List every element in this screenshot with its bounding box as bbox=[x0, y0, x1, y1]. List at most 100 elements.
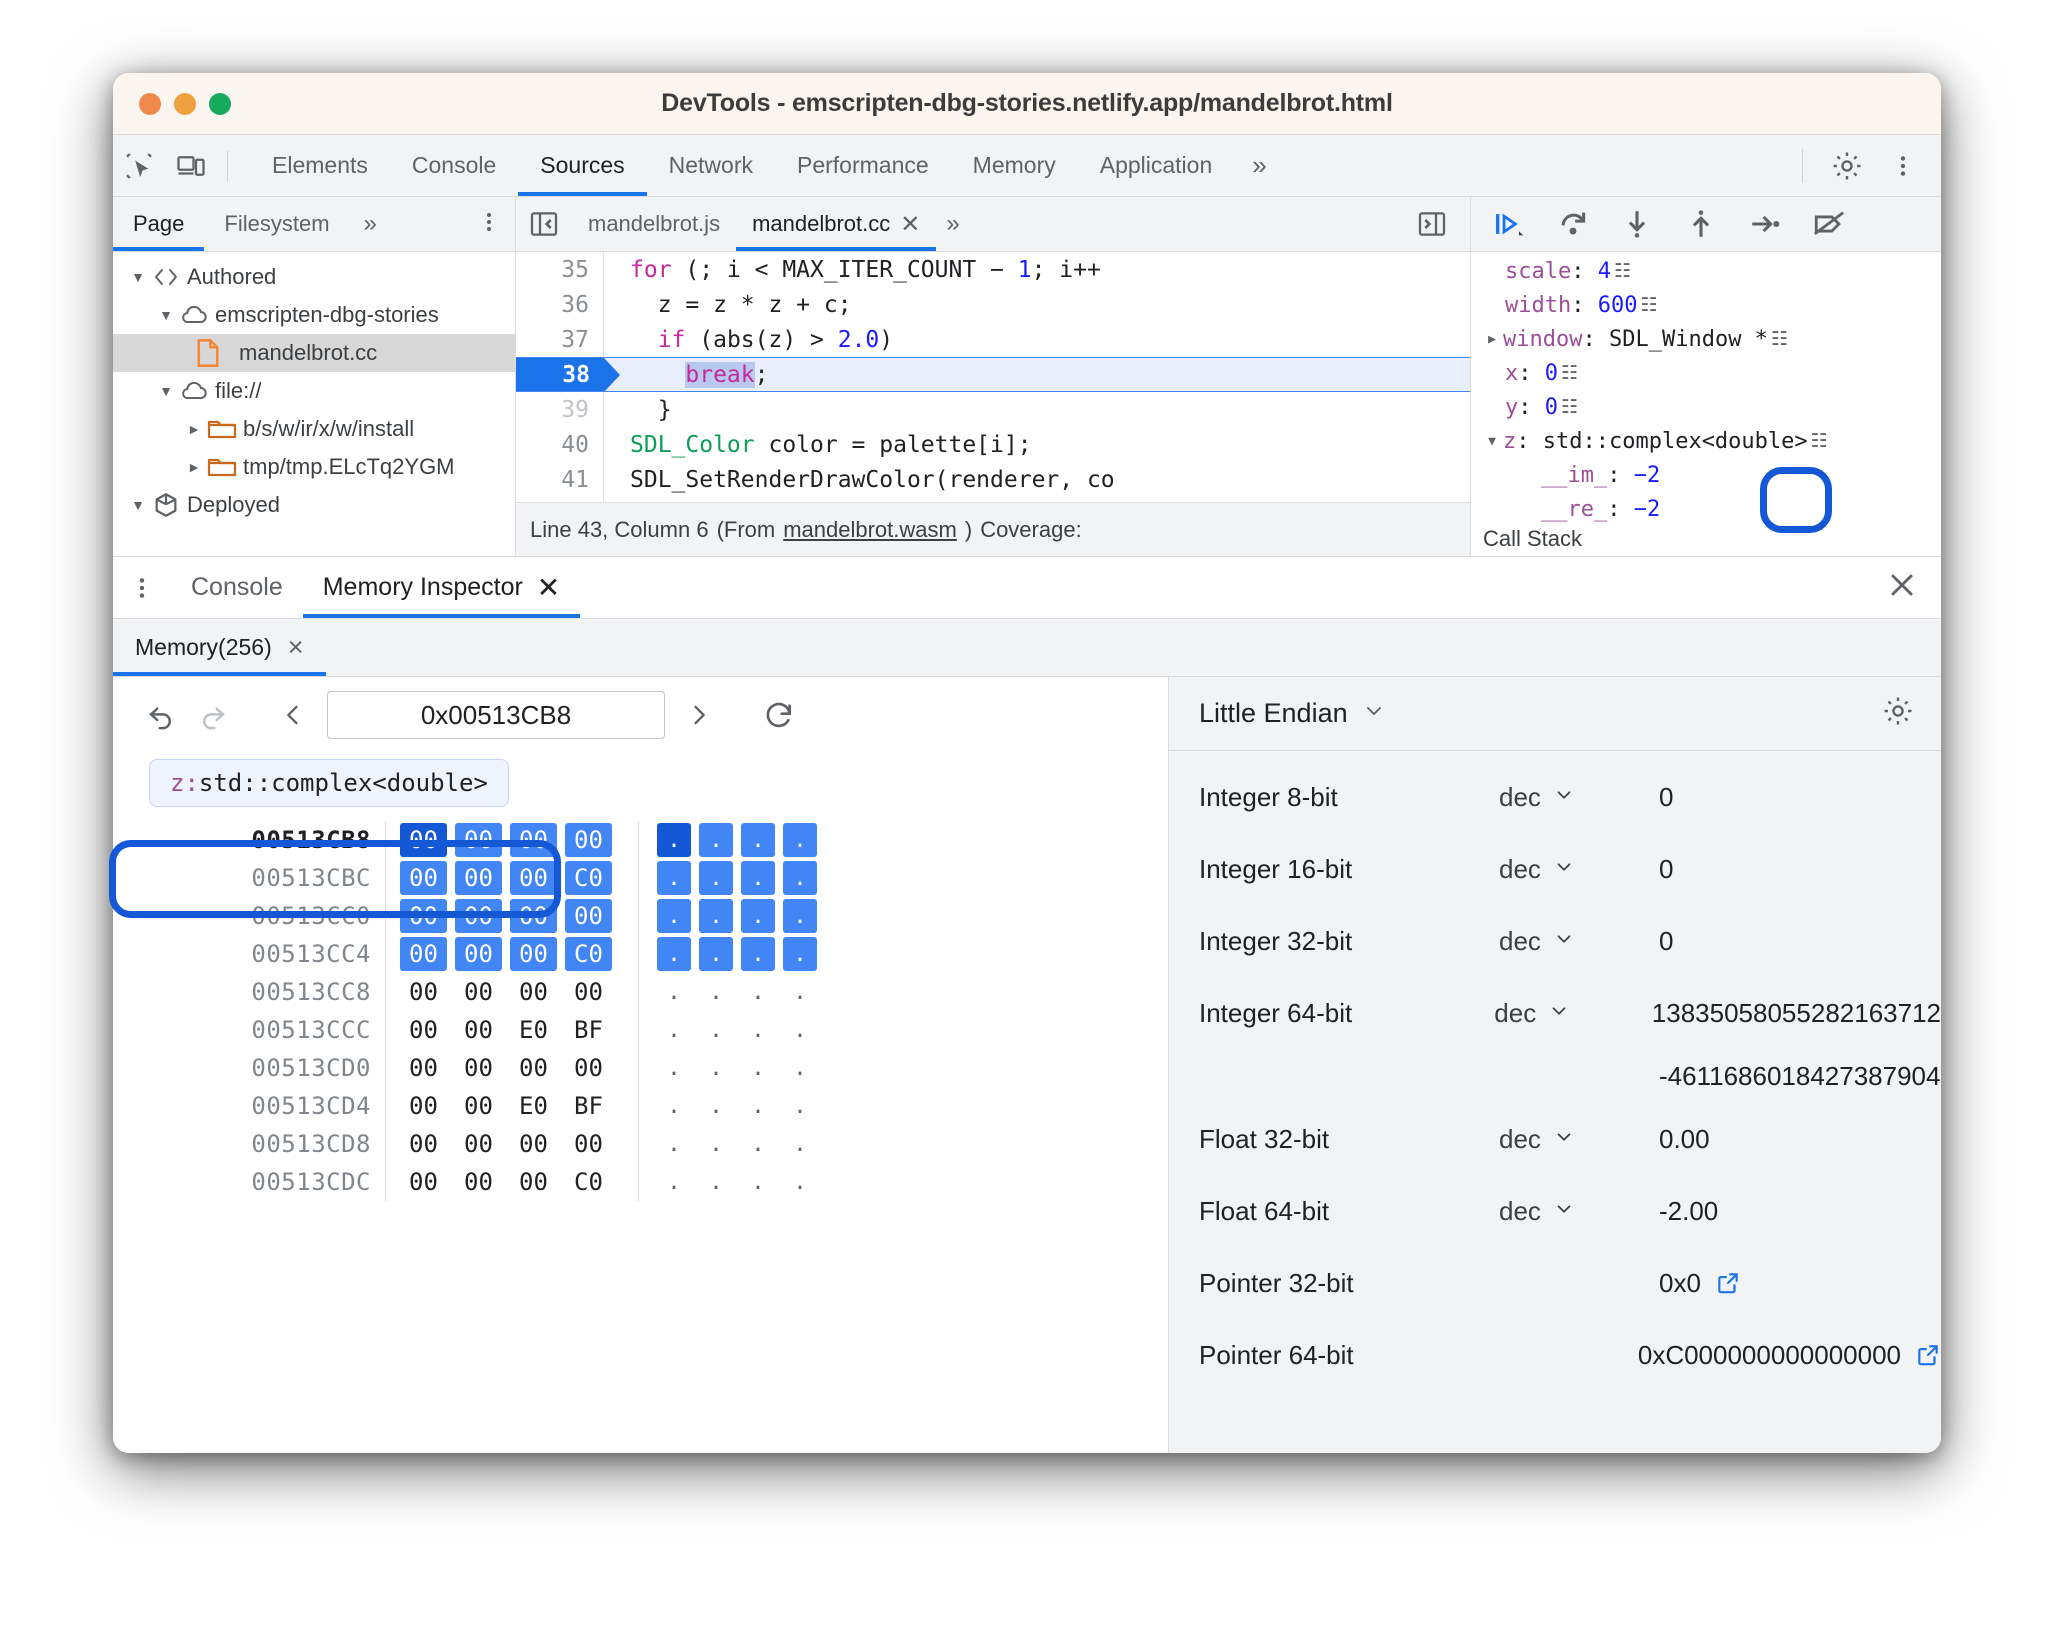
hex-byte[interactable]: C0 bbox=[565, 937, 612, 971]
show-debugger-icon[interactable] bbox=[1404, 208, 1460, 240]
editor-tab-mandelbrot-cc[interactable]: mandelbrot.cc ✕ bbox=[736, 197, 936, 251]
twisty-icon[interactable] bbox=[155, 383, 177, 399]
nav-more-chevron-icon[interactable]: » bbox=[350, 210, 391, 238]
collapse-arrow-icon[interactable]: ▼ bbox=[1481, 434, 1503, 449]
memory-inspector-icon[interactable]: ☷ bbox=[1771, 328, 1788, 350]
close-icon[interactable]: × bbox=[288, 632, 304, 663]
hex-byte[interactable]: 00 bbox=[565, 975, 612, 1009]
ascii-char[interactable]: . bbox=[699, 1013, 733, 1047]
tree-item-tmp-folder[interactable]: tmp/tmp.ELcTq2YGM bbox=[113, 448, 515, 486]
ascii-char[interactable]: . bbox=[741, 1165, 775, 1199]
hex-byte[interactable]: BF bbox=[565, 1089, 612, 1123]
expand-arrow-icon[interactable]: ▶ bbox=[1481, 332, 1503, 347]
device-toolbar-icon[interactable] bbox=[165, 144, 217, 188]
ascii-char[interactable]: . bbox=[657, 861, 691, 895]
memory-address-input[interactable]: 0x00513CB8 bbox=[327, 691, 665, 739]
hex-byte[interactable]: 00 bbox=[400, 1051, 447, 1085]
tab-application[interactable]: Application bbox=[1078, 135, 1235, 196]
memory-inspector-icon[interactable]: ☷ bbox=[1614, 260, 1631, 282]
hex-row[interactable]: 00513CDC 00 00 00 C0 . . . . bbox=[213, 1163, 1168, 1201]
twisty-icon[interactable] bbox=[183, 421, 205, 437]
scope-row-im[interactable]: __im_: −2 bbox=[1471, 458, 1941, 492]
ascii-char[interactable]: . bbox=[699, 1127, 733, 1161]
more-options-icon[interactable] bbox=[1877, 140, 1929, 192]
tree-item-authored[interactable]: Authored bbox=[113, 258, 515, 296]
value-mode-select[interactable]: dec bbox=[1499, 926, 1659, 957]
chevron-down-icon[interactable] bbox=[1553, 926, 1575, 957]
ascii-char[interactable]: . bbox=[783, 861, 817, 895]
hex-byte[interactable]: 00 bbox=[510, 1127, 557, 1161]
ascii-char[interactable]: . bbox=[741, 937, 775, 971]
ascii-char[interactable]: . bbox=[783, 937, 817, 971]
hex-byte[interactable]: E0 bbox=[510, 1089, 557, 1123]
ascii-char[interactable]: . bbox=[699, 899, 733, 933]
more-tools-icon[interactable] bbox=[113, 575, 171, 601]
ascii-char[interactable]: . bbox=[783, 1051, 817, 1085]
ascii-char[interactable]: . bbox=[657, 975, 691, 1009]
hex-byte[interactable]: E0 bbox=[510, 1013, 557, 1047]
hex-byte[interactable]: 00 bbox=[565, 1051, 612, 1085]
twisty-icon[interactable] bbox=[183, 459, 205, 475]
ascii-char[interactable]: . bbox=[783, 1089, 817, 1123]
hex-byte[interactable]: 00 bbox=[400, 937, 447, 971]
ascii-char[interactable]: . bbox=[699, 975, 733, 1009]
more-panels-chevron-icon[interactable]: » bbox=[1234, 135, 1284, 196]
call-stack-section-label[interactable]: Call Stack bbox=[1471, 526, 1941, 546]
hex-byte[interactable]: 00 bbox=[400, 1127, 447, 1161]
ascii-char[interactable]: . bbox=[741, 823, 775, 857]
scope-row-x[interactable]: x: 0 ☷ bbox=[1471, 356, 1941, 390]
value-mode-select[interactable]: dec bbox=[1494, 998, 1652, 1029]
hex-byte[interactable]: 00 bbox=[400, 1089, 447, 1123]
hex-byte[interactable]: 00 bbox=[455, 1013, 502, 1047]
next-page-icon[interactable] bbox=[675, 691, 723, 739]
ascii-char[interactable]: . bbox=[741, 899, 775, 933]
hex-byte[interactable]: 00 bbox=[510, 1165, 557, 1199]
tab-elements[interactable]: Elements bbox=[250, 135, 390, 196]
tree-item-emscripten-dbg-stories[interactable]: emscripten-dbg-stories bbox=[113, 296, 515, 334]
chevron-down-icon[interactable] bbox=[1553, 782, 1575, 813]
tree-item-mandelbrot-cc[interactable]: mandelbrot.cc bbox=[113, 334, 515, 372]
tab-sources[interactable]: Sources bbox=[518, 135, 646, 196]
previous-page-icon[interactable] bbox=[269, 691, 317, 739]
close-icon[interactable]: ✕ bbox=[900, 210, 920, 239]
memory-inspector-icon-z[interactable]: ☷ bbox=[1811, 430, 1828, 452]
source-map-link[interactable]: mandelbrot.wasm bbox=[783, 517, 957, 543]
hex-byte[interactable]: BF bbox=[565, 1013, 612, 1047]
gear-icon[interactable] bbox=[1881, 694, 1915, 733]
ascii-char[interactable]: . bbox=[783, 823, 817, 857]
ascii-char[interactable]: . bbox=[699, 1165, 733, 1199]
hex-byte[interactable]: 00 bbox=[455, 975, 502, 1009]
open-in-memory-inspector-icon[interactable] bbox=[1915, 1342, 1941, 1368]
hex-byte[interactable]: 00 bbox=[565, 1127, 612, 1161]
ascii-char[interactable]: . bbox=[741, 1013, 775, 1047]
memory-inspector-icon[interactable]: ☷ bbox=[1640, 294, 1657, 316]
inspect-element-icon[interactable] bbox=[113, 144, 165, 188]
value-mode-select[interactable]: dec bbox=[1499, 1196, 1659, 1227]
ascii-char[interactable]: . bbox=[699, 823, 733, 857]
ascii-char[interactable]: . bbox=[783, 975, 817, 1009]
deactivate-breakpoints-icon[interactable] bbox=[1807, 202, 1851, 246]
ascii-char[interactable]: . bbox=[657, 823, 691, 857]
memory-tab[interactable]: Memory(256) × bbox=[113, 619, 326, 676]
hex-byte[interactable]: 00 bbox=[455, 1051, 502, 1085]
hex-byte[interactable]: 00 bbox=[510, 1051, 557, 1085]
drawer-tab-console[interactable]: Console bbox=[171, 557, 303, 618]
ascii-char[interactable]: . bbox=[741, 861, 775, 895]
hex-byte[interactable]: C0 bbox=[565, 1165, 612, 1199]
scope-row-width[interactable]: width: 600 ☷ bbox=[1471, 288, 1941, 322]
value-mode-select[interactable]: dec bbox=[1499, 782, 1659, 813]
navigate-forward-icon[interactable] bbox=[189, 691, 237, 739]
twisty-icon[interactable] bbox=[155, 307, 177, 323]
value-mode-select[interactable]: dec bbox=[1499, 854, 1659, 885]
drawer-tab-memory-inspector[interactable]: Memory Inspector ✕ bbox=[303, 557, 581, 618]
hex-byte[interactable]: 00 bbox=[510, 937, 557, 971]
ascii-char[interactable]: . bbox=[657, 1051, 691, 1085]
ascii-char[interactable]: . bbox=[741, 975, 775, 1009]
tab-performance[interactable]: Performance bbox=[775, 135, 951, 196]
scope-row-re[interactable]: __re_: −2 bbox=[1471, 492, 1941, 526]
hex-row[interactable]: 00513CCC 00 00 E0 BF . . . . bbox=[213, 1011, 1168, 1049]
ascii-char[interactable]: . bbox=[699, 937, 733, 971]
scope-row-z[interactable]: ▼ z: std::complex<double> ☷ bbox=[1471, 424, 1941, 458]
nav-tab-filesystem[interactable]: Filesystem bbox=[204, 197, 349, 251]
step-into-next-function-call-icon[interactable] bbox=[1615, 202, 1659, 246]
